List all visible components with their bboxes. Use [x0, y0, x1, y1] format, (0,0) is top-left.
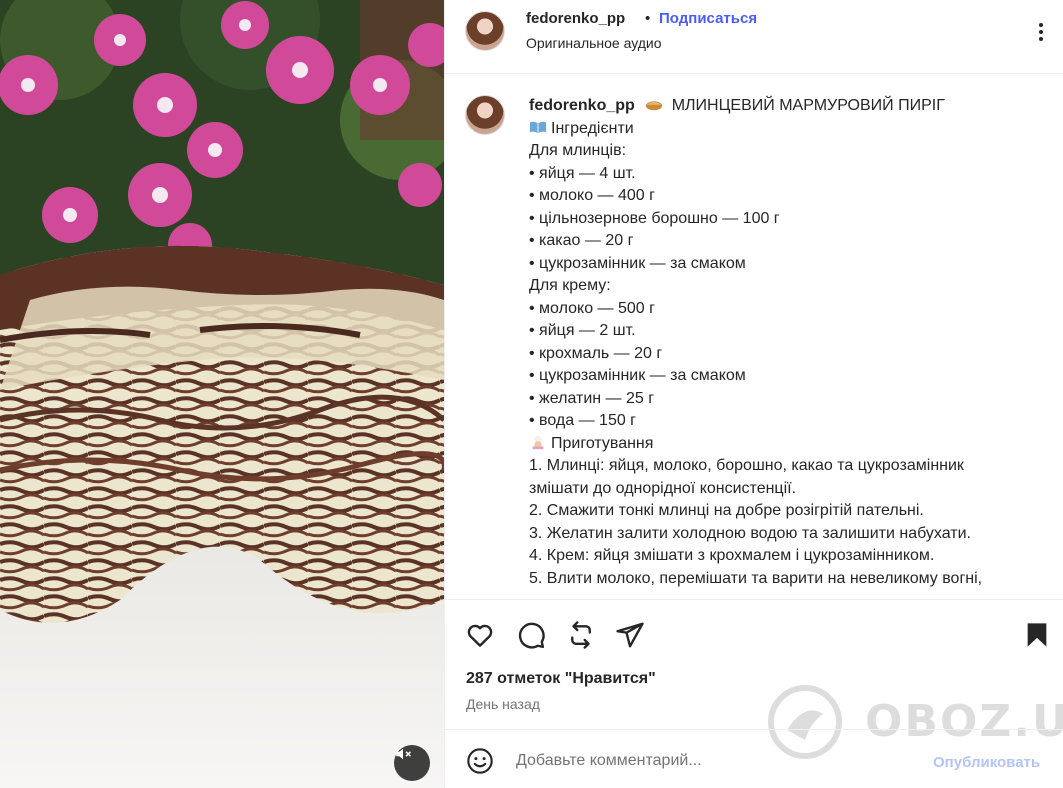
caption-line: • молоко — 400 г	[529, 187, 655, 204]
comment-button[interactable]	[515, 619, 547, 651]
caption-line: Приготування	[551, 434, 654, 452]
heart-icon	[467, 624, 493, 647]
like-button[interactable]	[464, 619, 496, 651]
caption-line: 4. Крем: яйця змішати з крохмалем і цукр…	[529, 547, 935, 564]
post-header: fedorenko_pp • Подписаться Оригинальное …	[445, 0, 1063, 74]
caption-line: • цільнозернове борошно — 100 г	[529, 209, 780, 227]
caption-line: • какао — 20 г	[529, 232, 634, 249]
separator-dot: •	[645, 10, 651, 27]
caption-line: • цукрозамінник — за смаком	[529, 254, 746, 272]
cake-photo	[0, 0, 444, 788]
caption-avatar[interactable]	[465, 95, 505, 135]
share-icon	[616, 622, 644, 648]
volume-muted-icon	[396, 748, 412, 760]
caption-line: Інгредієнти	[551, 119, 634, 137]
emoji-icon[interactable]	[466, 747, 494, 775]
caption-line: 5. Влити молоко, перемішати та варити на…	[529, 569, 983, 587]
book-emoji-icon	[529, 121, 547, 133]
share-button[interactable]	[614, 619, 646, 651]
post-media[interactable]	[0, 0, 444, 788]
chef-emoji-icon	[532, 435, 544, 449]
likes-count[interactable]: 287 отметок "Нравится"	[466, 670, 656, 688]
caption-line: • молоко — 500 г	[529, 299, 655, 317]
caption-line: • крохмаль — 20 г	[529, 344, 663, 362]
avatar[interactable]	[465, 11, 505, 51]
caption-line: • яйця — 4 шт.	[529, 164, 636, 182]
post-time[interactable]: День назад	[466, 696, 540, 712]
bookmark-icon	[1027, 623, 1047, 647]
caption-line: • желатин — 25 г	[529, 389, 655, 407]
mute-button[interactable]	[394, 745, 430, 781]
action-bar	[445, 599, 1063, 665]
audio-label[interactable]: Оригинальное аудио	[526, 35, 662, 51]
caption-line: 1. Млинці: яйця, молоко, борошно, какао …	[529, 457, 964, 474]
more-icon[interactable]	[1029, 20, 1053, 44]
follow-button[interactable]: Подписаться	[659, 10, 757, 27]
pie-emoji-icon	[646, 101, 663, 111]
caption-line: 3. Желатин залити холодною водою та зали…	[529, 524, 971, 542]
publish-button[interactable]: Опубликовать	[933, 754, 1040, 771]
caption-area: fedorenko_pp МЛИНЦЕВИЙ МАРМУРОВИЙ ПИРІГ …	[445, 75, 1063, 599]
post-panel: fedorenko_pp • Подписаться Оригинальное …	[444, 0, 1063, 788]
comment-icon	[518, 622, 545, 649]
caption-line: • цукрозамінник — за смаком	[529, 367, 746, 384]
caption-line: Для млинців:	[529, 142, 627, 159]
caption-title: МЛИНЦЕВИЙ МАРМУРОВИЙ ПИРІГ	[671, 97, 945, 114]
repost-icon	[571, 621, 591, 649]
save-button[interactable]	[1021, 619, 1053, 651]
caption-line: • яйця — 2 шт.	[529, 322, 636, 339]
comment-input[interactable]	[516, 746, 916, 776]
repost-button[interactable]	[565, 619, 597, 651]
caption-line: Для крему:	[529, 277, 611, 294]
caption-line: змішати до однорідної консистенції.	[529, 479, 797, 497]
post-username[interactable]: fedorenko_pp	[526, 10, 625, 27]
caption-text: fedorenko_pp МЛИНЦЕВИЙ МАРМУРОВИЙ ПИРІГ …	[529, 95, 1049, 590]
comment-bar: Опубликовать	[445, 729, 1063, 788]
caption-line: • вода — 150 г	[529, 412, 637, 429]
caption-username[interactable]: fedorenko_pp	[529, 97, 635, 114]
caption-line: 2. Смажити тонкі млинці на добре розігрі…	[529, 502, 924, 519]
